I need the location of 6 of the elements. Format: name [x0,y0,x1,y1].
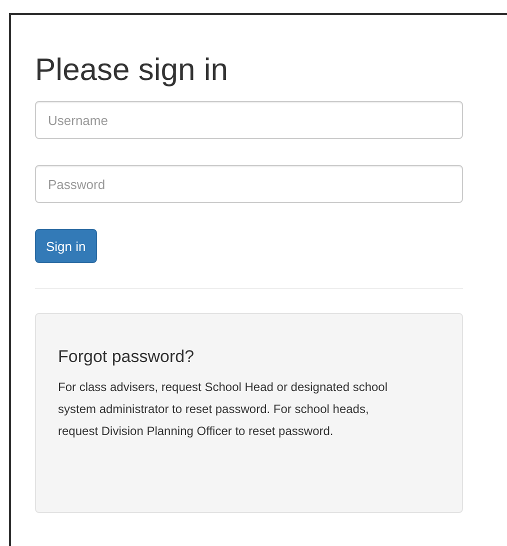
input-field[interactable]: Username [35,101,463,140]
input-field[interactable]: Password [35,165,463,204]
help-heading: Forgot password? [58,347,196,368]
help-text: For class advisers, request School Head or designated school system administrator to reset password. For school heads, request Division Planning Officer to reset password. [58,379,389,440]
page-title: Please sign in [35,53,230,88]
sign-in-button[interactable]: Sign in [35,229,97,264]
